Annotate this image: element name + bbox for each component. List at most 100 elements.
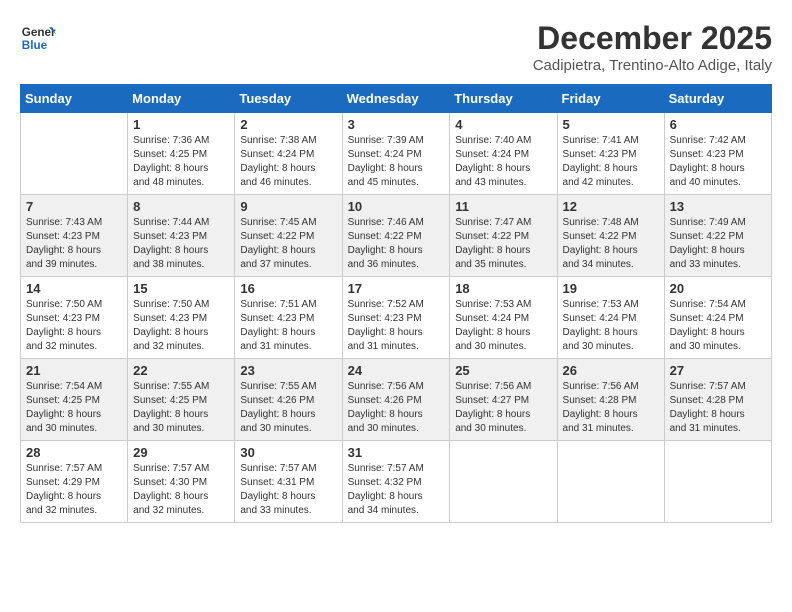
day-info: Sunrise: 7:51 AM Sunset: 4:23 PM Dayligh… bbox=[240, 298, 336, 354]
calendar-cell: 5 Sunrise: 7:41 AM Sunset: 4:23 PM Daylig… bbox=[557, 113, 664, 195]
location-subtitle: Cadipietra, Trentino-Alto Adige, Italy bbox=[533, 57, 772, 74]
day-number: 6 bbox=[670, 117, 766, 132]
day-number: 14 bbox=[26, 281, 122, 296]
day-info: Sunrise: 7:41 AM Sunset: 4:23 PM Dayligh… bbox=[563, 134, 659, 190]
day-number: 16 bbox=[240, 281, 336, 296]
calendar-week-row: 7 Sunrise: 7:43 AM Sunset: 4:23 PM Daylig… bbox=[21, 195, 772, 277]
weekday-header-monday: Monday bbox=[128, 85, 235, 113]
day-info: Sunrise: 7:56 AM Sunset: 4:28 PM Dayligh… bbox=[563, 380, 659, 436]
day-number: 17 bbox=[348, 281, 445, 296]
day-number: 18 bbox=[455, 281, 551, 296]
calendar-header-row: SundayMondayTuesdayWednesdayThursdayFrid… bbox=[21, 85, 772, 113]
page-header: General Blue December 2025 Cadipietra, T… bbox=[20, 20, 772, 74]
title-section: December 2025 Cadipietra, Trentino-Alto … bbox=[533, 20, 772, 74]
calendar-cell: 12 Sunrise: 7:48 AM Sunset: 4:22 PM Dayli… bbox=[557, 195, 664, 277]
calendar-cell: 7 Sunrise: 7:43 AM Sunset: 4:23 PM Daylig… bbox=[21, 195, 128, 277]
day-number: 3 bbox=[348, 117, 445, 132]
day-number: 11 bbox=[455, 199, 551, 214]
calendar-cell: 11 Sunrise: 7:47 AM Sunset: 4:22 PM Dayli… bbox=[450, 195, 557, 277]
day-number: 12 bbox=[563, 199, 659, 214]
weekday-header-saturday: Saturday bbox=[664, 85, 771, 113]
day-number: 26 bbox=[563, 363, 659, 378]
day-info: Sunrise: 7:54 AM Sunset: 4:25 PM Dayligh… bbox=[26, 380, 122, 436]
weekday-header-sunday: Sunday bbox=[21, 85, 128, 113]
calendar-cell: 9 Sunrise: 7:45 AM Sunset: 4:22 PM Daylig… bbox=[235, 195, 342, 277]
day-number: 28 bbox=[26, 445, 122, 460]
day-info: Sunrise: 7:39 AM Sunset: 4:24 PM Dayligh… bbox=[348, 134, 445, 190]
day-number: 22 bbox=[133, 363, 229, 378]
day-number: 8 bbox=[133, 199, 229, 214]
day-info: Sunrise: 7:48 AM Sunset: 4:22 PM Dayligh… bbox=[563, 216, 659, 272]
day-info: Sunrise: 7:36 AM Sunset: 4:25 PM Dayligh… bbox=[133, 134, 229, 190]
day-info: Sunrise: 7:57 AM Sunset: 4:28 PM Dayligh… bbox=[670, 380, 766, 436]
day-number: 15 bbox=[133, 281, 229, 296]
day-info: Sunrise: 7:55 AM Sunset: 4:25 PM Dayligh… bbox=[133, 380, 229, 436]
day-number: 1 bbox=[133, 117, 229, 132]
day-number: 23 bbox=[240, 363, 336, 378]
calendar-cell bbox=[557, 441, 664, 523]
calendar-cell: 25 Sunrise: 7:56 AM Sunset: 4:27 PM Dayli… bbox=[450, 359, 557, 441]
day-number: 4 bbox=[455, 117, 551, 132]
day-info: Sunrise: 7:40 AM Sunset: 4:24 PM Dayligh… bbox=[455, 134, 551, 190]
day-info: Sunrise: 7:49 AM Sunset: 4:22 PM Dayligh… bbox=[670, 216, 766, 272]
day-info: Sunrise: 7:57 AM Sunset: 4:32 PM Dayligh… bbox=[348, 462, 445, 518]
day-info: Sunrise: 7:53 AM Sunset: 4:24 PM Dayligh… bbox=[563, 298, 659, 354]
calendar-cell: 28Sunrise: 7:57 AM Sunset: 4:29 PM Dayli… bbox=[21, 441, 128, 523]
day-info: Sunrise: 7:45 AM Sunset: 4:22 PM Dayligh… bbox=[240, 216, 336, 272]
day-number: 27 bbox=[670, 363, 766, 378]
day-info: Sunrise: 7:42 AM Sunset: 4:23 PM Dayligh… bbox=[670, 134, 766, 190]
weekday-header-wednesday: Wednesday bbox=[342, 85, 450, 113]
calendar-cell: 21 Sunrise: 7:54 AM Sunset: 4:25 PM Dayli… bbox=[21, 359, 128, 441]
calendar-week-row: 14 Sunrise: 7:50 AM Sunset: 4:23 PM Dayli… bbox=[21, 277, 772, 359]
logo-icon: General Blue bbox=[20, 20, 56, 56]
calendar-cell: 23 Sunrise: 7:55 AM Sunset: 4:26 PM Dayli… bbox=[235, 359, 342, 441]
svg-text:Blue: Blue bbox=[22, 39, 48, 52]
calendar-cell: 22 Sunrise: 7:55 AM Sunset: 4:25 PM Dayli… bbox=[128, 359, 235, 441]
calendar-cell: 8 Sunrise: 7:44 AM Sunset: 4:23 PM Daylig… bbox=[128, 195, 235, 277]
calendar-cell: 15 Sunrise: 7:50 AM Sunset: 4:23 PM Dayli… bbox=[128, 277, 235, 359]
day-number: 7 bbox=[26, 199, 122, 214]
calendar-cell: 30Sunrise: 7:57 AM Sunset: 4:31 PM Dayli… bbox=[235, 441, 342, 523]
calendar-cell: 3 Sunrise: 7:39 AM Sunset: 4:24 PM Daylig… bbox=[342, 113, 450, 195]
day-info: Sunrise: 7:56 AM Sunset: 4:26 PM Dayligh… bbox=[348, 380, 445, 436]
day-info: Sunrise: 7:50 AM Sunset: 4:23 PM Dayligh… bbox=[26, 298, 122, 354]
calendar-cell: 27 Sunrise: 7:57 AM Sunset: 4:28 PM Dayli… bbox=[664, 359, 771, 441]
day-info: Sunrise: 7:46 AM Sunset: 4:22 PM Dayligh… bbox=[348, 216, 445, 272]
day-info: Sunrise: 7:57 AM Sunset: 4:30 PM Dayligh… bbox=[133, 462, 229, 518]
weekday-header-tuesday: Tuesday bbox=[235, 85, 342, 113]
calendar-cell: 13 Sunrise: 7:49 AM Sunset: 4:22 PM Dayli… bbox=[664, 195, 771, 277]
day-info: Sunrise: 7:47 AM Sunset: 4:22 PM Dayligh… bbox=[455, 216, 551, 272]
day-info: Sunrise: 7:43 AM Sunset: 4:23 PM Dayligh… bbox=[26, 216, 122, 272]
calendar-cell: 17Sunrise: 7:52 AM Sunset: 4:23 PM Dayli… bbox=[342, 277, 450, 359]
weekday-header-thursday: Thursday bbox=[450, 85, 557, 113]
day-number: 13 bbox=[670, 199, 766, 214]
calendar-cell: 10 Sunrise: 7:46 AM Sunset: 4:22 PM Dayli… bbox=[342, 195, 450, 277]
day-number: 10 bbox=[348, 199, 445, 214]
calendar-cell: 20Sunrise: 7:54 AM Sunset: 4:24 PM Dayli… bbox=[664, 277, 771, 359]
day-number: 29 bbox=[133, 445, 229, 460]
day-info: Sunrise: 7:57 AM Sunset: 4:31 PM Dayligh… bbox=[240, 462, 336, 518]
day-info: Sunrise: 7:50 AM Sunset: 4:23 PM Dayligh… bbox=[133, 298, 229, 354]
calendar-cell: 26 Sunrise: 7:56 AM Sunset: 4:28 PM Dayli… bbox=[557, 359, 664, 441]
day-info: Sunrise: 7:44 AM Sunset: 4:23 PM Dayligh… bbox=[133, 216, 229, 272]
calendar-cell: 24Sunrise: 7:56 AM Sunset: 4:26 PM Dayli… bbox=[342, 359, 450, 441]
calendar-cell: 29 Sunrise: 7:57 AM Sunset: 4:30 PM Dayli… bbox=[128, 441, 235, 523]
day-info: Sunrise: 7:53 AM Sunset: 4:24 PM Dayligh… bbox=[455, 298, 551, 354]
day-number: 9 bbox=[240, 199, 336, 214]
day-info: Sunrise: 7:56 AM Sunset: 4:27 PM Dayligh… bbox=[455, 380, 551, 436]
day-number: 25 bbox=[455, 363, 551, 378]
calendar-week-row: 21 Sunrise: 7:54 AM Sunset: 4:25 PM Dayli… bbox=[21, 359, 772, 441]
day-number: 2 bbox=[240, 117, 336, 132]
calendar-cell: 19Sunrise: 7:53 AM Sunset: 4:24 PM Dayli… bbox=[557, 277, 664, 359]
month-title: December 2025 bbox=[533, 20, 772, 57]
day-number: 5 bbox=[563, 117, 659, 132]
day-info: Sunrise: 7:55 AM Sunset: 4:26 PM Dayligh… bbox=[240, 380, 336, 436]
calendar-week-row: 1 Sunrise: 7:36 AM Sunset: 4:25 PM Daylig… bbox=[21, 113, 772, 195]
weekday-header-friday: Friday bbox=[557, 85, 664, 113]
day-number: 21 bbox=[26, 363, 122, 378]
day-number: 20 bbox=[670, 281, 766, 296]
calendar-week-row: 28Sunrise: 7:57 AM Sunset: 4:29 PM Dayli… bbox=[21, 441, 772, 523]
calendar-cell: 31Sunrise: 7:57 AM Sunset: 4:32 PM Dayli… bbox=[342, 441, 450, 523]
calendar-cell: 14 Sunrise: 7:50 AM Sunset: 4:23 PM Dayli… bbox=[21, 277, 128, 359]
calendar-cell: 16 Sunrise: 7:51 AM Sunset: 4:23 PM Dayli… bbox=[235, 277, 342, 359]
